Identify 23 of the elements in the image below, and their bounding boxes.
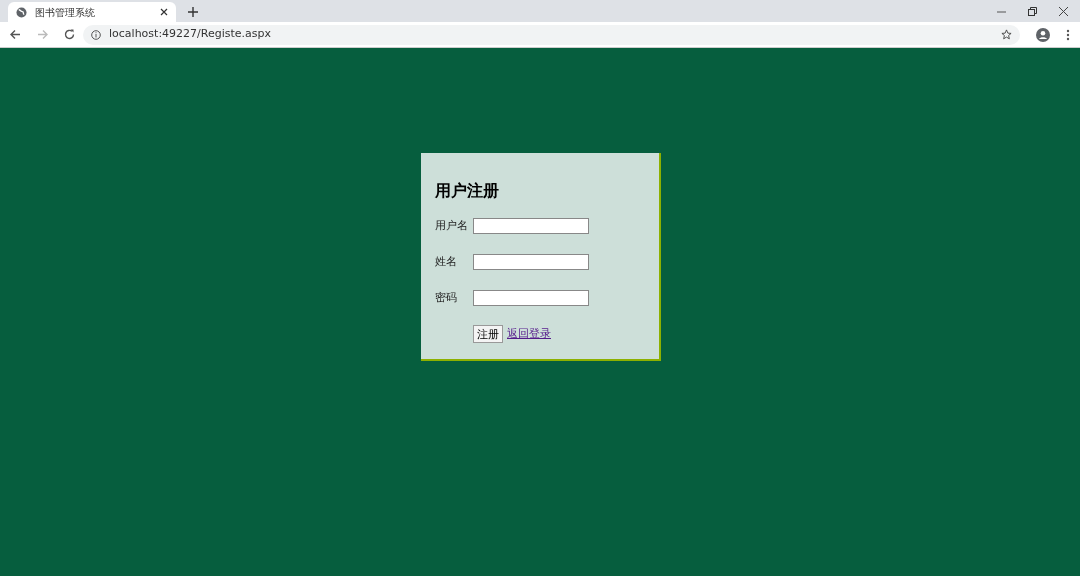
account-icon[interactable] xyxy=(1036,27,1050,42)
browser-tab[interactable]: 图书管理系统 xyxy=(8,2,176,22)
back-icon[interactable] xyxy=(10,29,21,40)
address-bar[interactable]: localhost:49227/Registe.aspx xyxy=(83,24,1020,45)
new-tab-icon[interactable] xyxy=(188,7,198,17)
field-label: 姓名 xyxy=(435,253,458,270)
info-icon xyxy=(91,29,101,40)
menu-icon[interactable] xyxy=(1066,28,1070,41)
tab-title: 图书管理系统 xyxy=(35,5,96,20)
close-icon[interactable] xyxy=(160,8,168,16)
star-icon[interactable] xyxy=(1001,29,1012,40)
input-field[interactable] xyxy=(473,254,589,270)
field-label: 密码 xyxy=(435,289,458,306)
reload-icon[interactable] xyxy=(64,29,75,40)
form-title: 用户注册 xyxy=(435,181,499,201)
field-label: 用户名 xyxy=(435,217,469,234)
url-text: localhost:49227/Registe.aspx xyxy=(109,26,272,43)
input-field[interactable] xyxy=(473,218,589,234)
input-field[interactable] xyxy=(473,290,589,306)
back-to-login-link[interactable]: 返回登录 xyxy=(507,325,551,343)
close-icon[interactable] xyxy=(1059,7,1068,16)
register-button[interactable]: 注册 xyxy=(473,325,503,343)
restore-icon[interactable] xyxy=(1028,7,1037,16)
